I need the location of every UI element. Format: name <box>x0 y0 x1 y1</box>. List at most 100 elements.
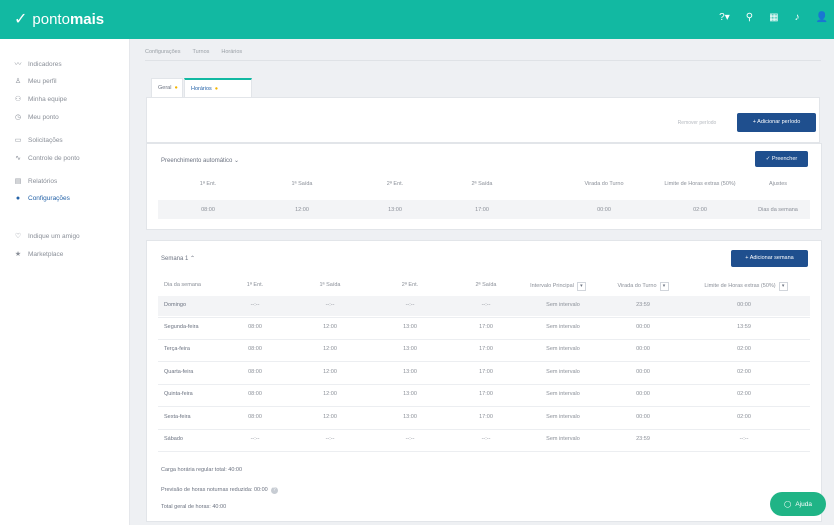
time-input[interactable]: 23:59 <box>618 302 668 308</box>
user-icon[interactable]: 👤 <box>816 12 828 23</box>
night-hours-value: Previsão de horas noturnas reduzida: 00:… <box>161 487 268 493</box>
time-input[interactable]: --:-- <box>471 436 501 442</box>
time-input[interactable]: 02:00 <box>714 391 774 397</box>
header-select-icon[interactable]: ▾ <box>778 282 788 291</box>
time-input[interactable]: 13:00 <box>395 414 425 420</box>
week-header: 2ª Saída <box>471 282 501 288</box>
grid-icon[interactable]: ▦ <box>769 12 778 23</box>
time-input[interactable]: 08:00 <box>240 414 270 420</box>
time-input[interactable]: 13:00 <box>395 324 425 330</box>
breadcrumb-item[interactable]: Turnos <box>192 49 209 55</box>
time-input[interactable]: 23:59 <box>618 436 668 442</box>
time-input[interactable]: 17:00 <box>471 391 501 397</box>
interval-select[interactable]: Sem intervalo <box>533 391 593 397</box>
breadcrumb-item[interactable]: Configurações <box>145 49 180 55</box>
table-row-day: Sexta-feira <box>164 414 191 420</box>
time-input[interactable]: 02:00 <box>714 414 774 420</box>
time-input[interactable]: 17:00 <box>471 369 501 375</box>
logo[interactable]: ✓ ponto mais <box>14 9 104 29</box>
header-select-icon[interactable]: ▾ <box>576 282 586 291</box>
sidebar <box>0 39 130 525</box>
tab-horarios[interactable]: Horários ● <box>184 78 252 97</box>
help-circle-icon[interactable]: ? <box>270 487 278 494</box>
time-input[interactable]: 00:00 <box>714 302 774 308</box>
add-week-button[interactable]: + Adicionar semana <box>731 250 808 267</box>
time-input[interactable]: 13:59 <box>714 324 774 330</box>
autofill-apply-button[interactable]: ✓ Preencher <box>755 151 808 167</box>
time-input[interactable]: --:-- <box>714 436 774 442</box>
help-chat-button[interactable]: ◯ Ajuda <box>770 492 826 516</box>
tab-label: Horários <box>191 86 212 92</box>
time-input[interactable]: 00:00 <box>618 324 668 330</box>
interval-select[interactable]: Sem intervalo <box>533 324 593 330</box>
interval-select[interactable]: Sem intervalo <box>533 414 593 420</box>
sidebar-item-star[interactable]: ★ Marketplace <box>14 250 64 259</box>
time-input[interactable]: --:-- <box>395 302 425 308</box>
sidebar-item-heart[interactable]: ♡ Indique um amigo <box>14 232 80 241</box>
time-input[interactable]: 17:00 <box>471 414 501 420</box>
interval-select[interactable]: Sem intervalo <box>533 302 593 308</box>
time-input[interactable]: 08:00 <box>240 324 270 330</box>
sidebar-item-clock[interactable]: ◷ Meu ponto <box>14 113 59 122</box>
time-input[interactable]: --:-- <box>395 436 425 442</box>
time-input[interactable]: --:-- <box>471 302 501 308</box>
interval-select[interactable]: Sem intervalo <box>533 346 593 352</box>
time-input[interactable]: 02:00 <box>714 346 774 352</box>
autofill-value-input[interactable]: 12:00 <box>282 207 322 213</box>
tab-geral[interactable]: Geral ● <box>151 78 183 97</box>
time-input[interactable]: --:-- <box>315 302 345 308</box>
autofill-value-input[interactable]: 13:00 <box>375 207 415 213</box>
time-input[interactable]: 12:00 <box>315 391 345 397</box>
time-input[interactable]: 00:00 <box>618 414 668 420</box>
help-icon[interactable]: ?▾ <box>719 12 730 23</box>
time-input[interactable]: 00:00 <box>618 369 668 375</box>
row-divider <box>158 384 810 385</box>
time-input[interactable]: 13:00 <box>395 391 425 397</box>
sidebar-item-person[interactable]: ♙ Meu perfil <box>14 77 57 86</box>
sidebar-item-chart[interactable]: 〰 Indicadores <box>14 59 62 69</box>
autofill-value-input[interactable]: 17:00 <box>462 207 502 213</box>
interval-select[interactable]: Sem intervalo <box>533 369 593 375</box>
add-period-button[interactable]: + Adicionar período <box>737 113 816 132</box>
week-title[interactable]: Semana 1 ⌃ <box>161 255 195 262</box>
time-input[interactable]: 08:00 <box>240 391 270 397</box>
chat-icon: ◯ <box>784 501 792 508</box>
sidebar-item-report[interactable]: ▤ Relatórios <box>14 177 58 186</box>
time-input[interactable]: 02:00 <box>714 369 774 375</box>
week-header-label: 2ª Saída <box>475 282 497 288</box>
sidebar-item-label: Meu perfil <box>28 77 57 85</box>
autofill-title[interactable]: Preenchimento automático ⌄ <box>161 157 239 164</box>
breadcrumb-item[interactable]: Horários <box>221 49 242 55</box>
sidebar-item-pulse[interactable]: ∿ Controle de ponto <box>14 154 80 163</box>
sidebar-item-settings[interactable]: ● Configurações <box>14 195 70 202</box>
remove-period-button[interactable]: Remover período <box>662 117 732 130</box>
sidebar-item-team[interactable]: ⚇ Minha equipe <box>14 95 67 104</box>
search-icon[interactable]: ⚲ <box>746 12 753 23</box>
time-input[interactable]: 17:00 <box>471 324 501 330</box>
autofill-value-input[interactable]: 02:00 <box>655 207 745 213</box>
clock-icon: ◷ <box>14 114 22 121</box>
time-input[interactable]: 00:00 <box>618 346 668 352</box>
time-input[interactable]: 00:00 <box>618 391 668 397</box>
time-input[interactable]: 12:00 <box>315 369 345 375</box>
header-select-icon[interactable]: ▾ <box>659 282 669 291</box>
autofill-value-input[interactable]: 00:00 <box>579 207 629 213</box>
time-input[interactable]: --:-- <box>315 436 345 442</box>
time-input[interactable]: 13:00 <box>395 369 425 375</box>
autofill-title-text: Preenchimento automático <box>161 158 233 164</box>
sidebar-item-inbox[interactable]: ▭ Solicitações <box>14 136 63 145</box>
autofill-value-input[interactable]: Dias da semana <box>753 207 803 213</box>
interval-select[interactable]: Sem intervalo <box>533 436 593 442</box>
autofill-value-input[interactable]: 08:00 <box>188 207 228 213</box>
bell-icon[interactable]: ♪ <box>795 12 800 23</box>
time-input[interactable]: --:-- <box>240 302 270 308</box>
time-input[interactable]: 12:00 <box>315 324 345 330</box>
time-input[interactable]: 12:00 <box>315 346 345 352</box>
time-input[interactable]: 17:00 <box>471 346 501 352</box>
table-row-day: Terça-feira <box>164 346 190 352</box>
time-input[interactable]: 13:00 <box>395 346 425 352</box>
time-input[interactable]: 08:00 <box>240 346 270 352</box>
time-input[interactable]: --:-- <box>240 436 270 442</box>
time-input[interactable]: 12:00 <box>315 414 345 420</box>
time-input[interactable]: 08:00 <box>240 369 270 375</box>
